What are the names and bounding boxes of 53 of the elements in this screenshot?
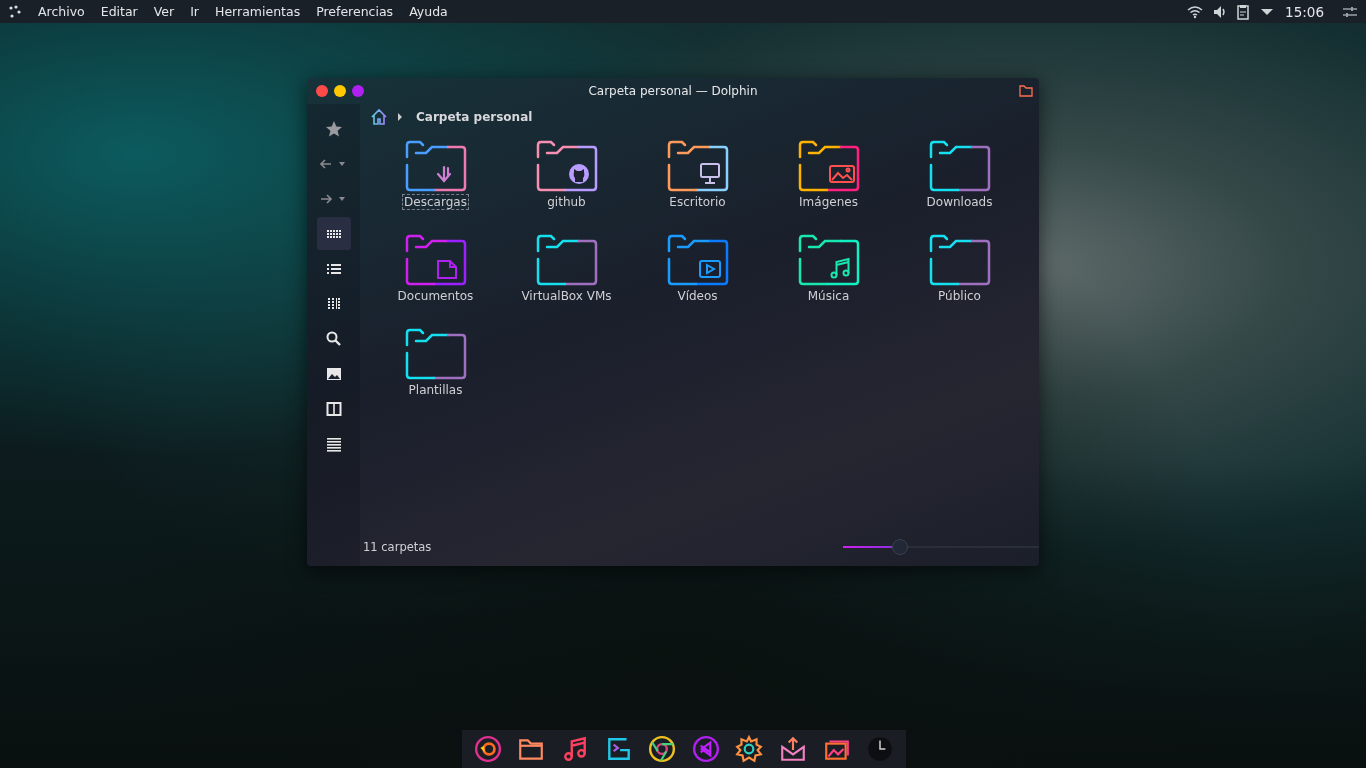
menu-item[interactable]: Archivo: [30, 4, 93, 19]
search-icon: [324, 329, 343, 348]
menu-item[interactable]: Ayuda: [401, 4, 456, 19]
menu-item[interactable]: Ver: [145, 4, 183, 19]
menu-item[interactable]: Preferencias: [308, 4, 402, 19]
folder-icon[interactable]: [534, 140, 599, 192]
menu-item[interactable]: Ir: [182, 4, 207, 19]
folder-icon[interactable]: [403, 140, 468, 192]
browser-icon[interactable]: [473, 735, 502, 763]
music-icon[interactable]: [561, 735, 589, 763]
folder-icon[interactable]: [665, 234, 730, 286]
breadcrumb[interactable]: Carpeta personal: [412, 110, 537, 124]
split-icon: [324, 399, 343, 418]
clock[interactable]: 15:06: [1285, 3, 1324, 20]
menu-item[interactable]: Herramientas: [207, 4, 309, 19]
star-icon: [324, 119, 343, 138]
folder-icon[interactable]: [534, 234, 599, 286]
icons-button[interactable]: [316, 217, 351, 250]
folder-name[interactable]: VirtualBox VMs: [519, 288, 614, 304]
folder-name[interactable]: Documentos: [395, 288, 476, 304]
code-icon[interactable]: [691, 735, 720, 763]
folder-name[interactable]: Vídeos: [675, 288, 720, 304]
folder-icon: [1019, 85, 1033, 97]
mail-icon[interactable]: [778, 735, 807, 763]
clock-icon[interactable]: [866, 735, 895, 763]
home-icon[interactable]: [370, 108, 388, 126]
folder-name[interactable]: Descargas: [402, 194, 469, 210]
folder-name[interactable]: Música: [805, 288, 852, 304]
minimize-button[interactable]: [334, 85, 346, 97]
wifi-icon[interactable]: [1187, 3, 1204, 20]
folder-name[interactable]: Downloads: [924, 194, 995, 210]
folder-name[interactable]: Escritorio: [667, 194, 728, 210]
chevron-icon: [396, 113, 404, 121]
close-button[interactable]: [316, 85, 328, 97]
folder-name[interactable]: Imágenes: [797, 194, 860, 210]
folder-icon[interactable]: [796, 140, 861, 192]
maximize-button[interactable]: [352, 85, 364, 97]
launcher-icon[interactable]: [8, 4, 22, 19]
settings-icon[interactable]: [735, 735, 764, 763]
menu-item[interactable]: Editar: [92, 4, 146, 19]
folder-icon[interactable]: [403, 328, 468, 380]
clipboard-icon[interactable]: [1235, 3, 1252, 20]
folder-name[interactable]: github: [545, 194, 588, 210]
folder-name[interactable]: Plantillas: [406, 382, 465, 398]
folder-icon[interactable]: [665, 140, 730, 192]
chrome-icon[interactable]: [648, 735, 677, 763]
window-title: Carpeta personal — Dolphin: [587, 84, 759, 98]
folder-name[interactable]: Público: [936, 288, 983, 304]
folder-icon[interactable]: [927, 234, 992, 286]
status-text: 11 carpetas: [363, 540, 433, 554]
folder-icon[interactable]: [796, 234, 861, 286]
slider-handle[interactable]: [891, 539, 908, 555]
folder-icon[interactable]: [927, 140, 992, 192]
